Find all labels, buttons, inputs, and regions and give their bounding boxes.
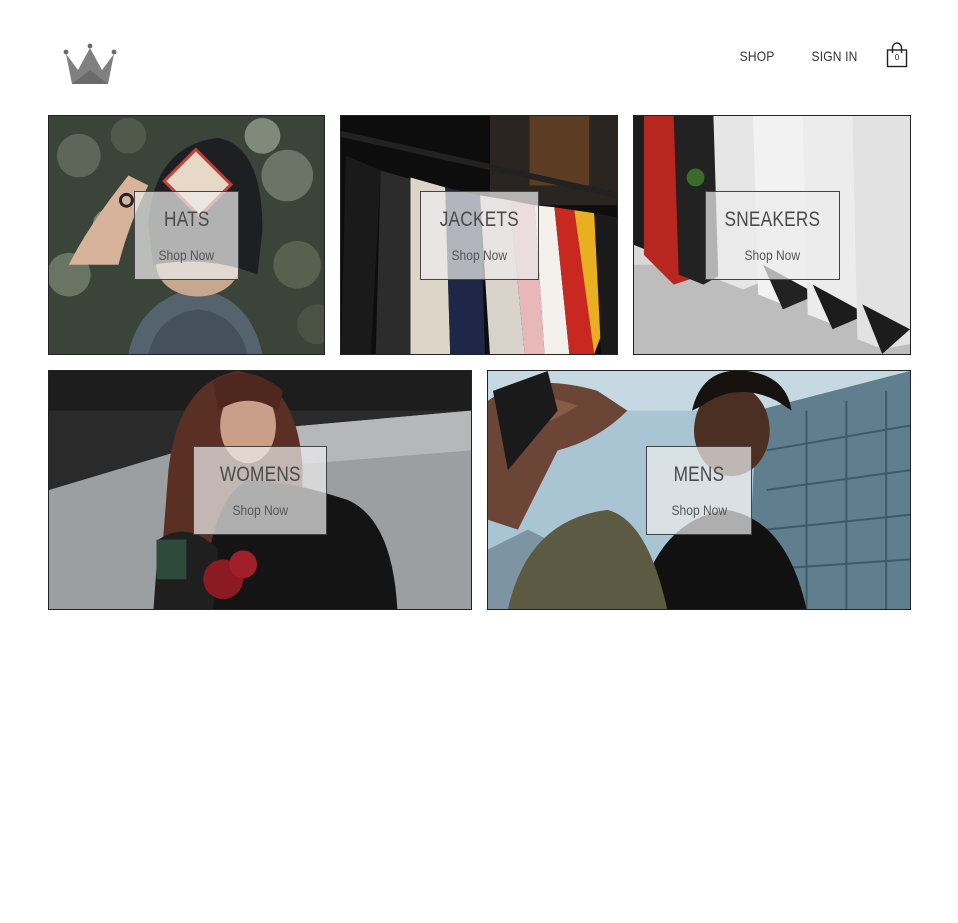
mens-title: MENS [673, 463, 725, 486]
womens-label-box: WOMENS Shop Now [193, 446, 327, 535]
hats-label-box: HATS Shop Now [134, 191, 239, 280]
crown-icon [63, 43, 117, 84]
category-womens[interactable]: WOMENS Shop Now [48, 370, 472, 610]
hats-shop-now-link[interactable]: Shop Now [159, 248, 215, 262]
crown-logo[interactable] [62, 42, 118, 86]
womens-shop-now-link[interactable]: Shop Now [232, 503, 288, 517]
category-mens[interactable]: MENS Shop Now [487, 370, 911, 610]
womens-title: WOMENS [219, 463, 301, 486]
category-sneakers[interactable]: SNEAKERS Shop Now [633, 115, 911, 355]
mens-label-box: MENS Shop Now [646, 446, 752, 535]
mens-shop-now-link[interactable]: Shop Now [671, 503, 727, 517]
cart-button[interactable]: 0 [886, 42, 908, 68]
jackets-title: JACKETS [439, 208, 520, 231]
cart-count: 0 [894, 53, 900, 62]
category-jackets[interactable]: JACKETS Shop Now [340, 115, 618, 355]
category-hats[interactable]: HATS Shop Now [48, 115, 325, 355]
sneakers-label-box: SNEAKERS Shop Now [705, 191, 840, 280]
nav-signin-link[interactable]: SIGN IN [812, 48, 858, 64]
sneakers-title: SNEAKERS [724, 208, 821, 231]
jackets-label-box: JACKETS Shop Now [420, 191, 539, 280]
jackets-shop-now-link[interactable]: Shop Now [452, 248, 508, 262]
hats-title: HATS [163, 208, 210, 231]
main-nav: SHOP SIGN IN 0 [704, 42, 908, 68]
nav-shop-link[interactable]: SHOP [740, 48, 775, 64]
sneakers-shop-now-link[interactable]: Shop Now [745, 248, 801, 262]
